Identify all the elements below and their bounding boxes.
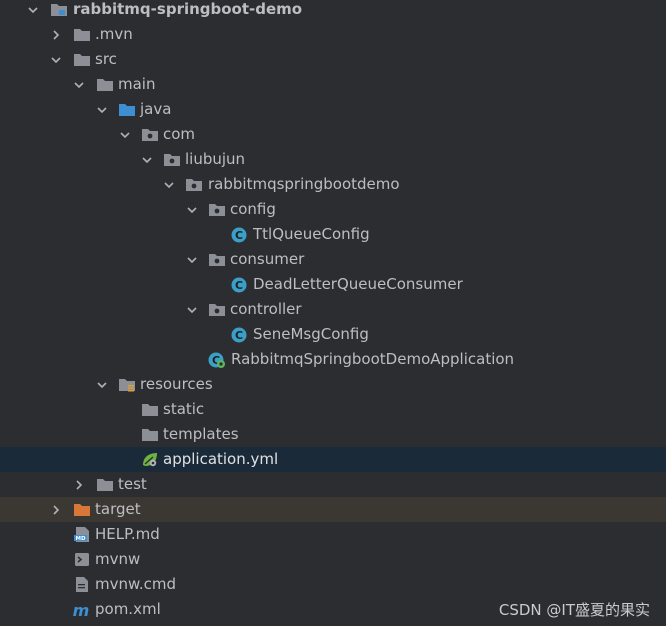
tree-label: liubujun — [185, 150, 246, 168]
tree-label: test — [118, 475, 147, 493]
package-icon — [208, 201, 226, 218]
tree-label: pom.xml — [95, 600, 161, 618]
tree-node-root[interactable]: rabbitmq-springboot-demo — [0, 0, 666, 22]
tree-node-test[interactable]: test — [0, 472, 666, 497]
chevron-down-icon[interactable] — [184, 297, 200, 322]
tree-node-application-class[interactable]: C RabbitmqSpringbootDemoApplication — [0, 347, 666, 372]
folder-icon — [73, 51, 91, 68]
package-icon — [185, 176, 203, 193]
spring-yaml-icon — [141, 451, 159, 468]
tree-label: resources — [140, 375, 213, 393]
module-folder-icon — [50, 1, 68, 18]
maven-icon: m — [71, 601, 90, 618]
tree-label: main — [118, 75, 156, 93]
chevron-down-icon[interactable] — [25, 0, 41, 22]
tree-label: src — [95, 50, 117, 68]
tree-label: config — [230, 200, 276, 218]
folder-icon — [96, 476, 114, 493]
tree-node-mvnw[interactable]: mvnw — [0, 547, 666, 572]
tree-node-help-md[interactable]: MD HELP.md — [0, 522, 666, 547]
chevron-down-icon[interactable] — [48, 47, 64, 72]
tree-label: templates — [163, 425, 239, 443]
chevron-down-icon[interactable] — [117, 122, 133, 147]
svg-text:C: C — [235, 329, 243, 342]
tree-label: HELP.md — [95, 525, 160, 543]
svg-text:m: m — [73, 601, 90, 618]
tree-label: rabbitmqspringbootdemo — [208, 175, 400, 193]
tree-node-sene-msg-config[interactable]: C SeneMsgConfig — [0, 322, 666, 347]
tree-node-mvnw-cmd[interactable]: mvnw.cmd — [0, 572, 666, 597]
source-folder-icon — [118, 101, 136, 118]
tree-label: mvnw.cmd — [95, 575, 177, 593]
class-icon: C — [230, 326, 248, 343]
package-icon — [208, 251, 226, 268]
tree-label: com — [163, 125, 196, 143]
project-tree: rabbitmq-springboot-demo .mvn src main j… — [0, 0, 666, 622]
tree-node-templates[interactable]: templates — [0, 422, 666, 447]
tree-node-src[interactable]: src — [0, 47, 666, 72]
class-icon: C — [230, 276, 248, 293]
tree-label: .mvn — [95, 25, 133, 43]
tree-label: static — [163, 400, 205, 418]
excluded-folder-icon — [73, 501, 91, 518]
resources-folder-icon — [118, 376, 136, 393]
class-icon: C — [230, 226, 248, 243]
tree-label: target — [95, 500, 141, 518]
folder-icon — [73, 26, 91, 43]
tree-label: DeadLetterQueueConsumer — [253, 275, 463, 293]
svg-text:MD: MD — [75, 536, 85, 542]
chevron-down-icon[interactable] — [184, 197, 200, 222]
svg-text:C: C — [235, 229, 243, 242]
markdown-file-icon: MD — [73, 526, 91, 543]
chevron-right-icon[interactable] — [71, 472, 87, 497]
folder-icon — [96, 76, 114, 93]
spring-boot-class-icon: C — [208, 351, 226, 368]
svg-text:C: C — [235, 279, 243, 292]
tree-label: mvnw — [95, 550, 141, 568]
tree-label: consumer — [230, 250, 305, 268]
tree-node-config[interactable]: config — [0, 197, 666, 222]
tree-node-mvn[interactable]: .mvn — [0, 22, 666, 47]
tree-label: TtlQueueConfig — [253, 225, 370, 243]
package-icon — [163, 151, 181, 168]
tree-node-main[interactable]: main — [0, 72, 666, 97]
shell-script-icon — [73, 551, 91, 568]
tree-label: rabbitmq-springboot-demo — [73, 0, 303, 18]
tree-node-application-yml[interactable]: application.yml — [0, 447, 666, 472]
tree-node-package[interactable]: rabbitmqspringbootdemo — [0, 172, 666, 197]
tree-node-resources[interactable]: resources — [0, 372, 666, 397]
tree-node-target[interactable]: target — [0, 497, 666, 522]
tree-label: RabbitmqSpringbootDemoApplication — [231, 350, 515, 368]
tree-label: controller — [230, 300, 302, 318]
tree-label: SeneMsgConfig — [253, 325, 369, 343]
chevron-down-icon[interactable] — [161, 172, 177, 197]
folder-icon — [141, 426, 159, 443]
tree-node-java[interactable]: java — [0, 97, 666, 122]
tree-label: java — [140, 100, 172, 118]
tree-node-ttl-queue-config[interactable]: C TtlQueueConfig — [0, 222, 666, 247]
watermark: CSDN @IT盛夏的果实 — [498, 601, 650, 619]
tree-node-com[interactable]: com — [0, 122, 666, 147]
tree-node-liubujun[interactable]: liubujun — [0, 147, 666, 172]
text-file-icon — [73, 576, 91, 593]
chevron-down-icon[interactable] — [184, 247, 200, 272]
folder-icon — [141, 401, 159, 418]
chevron-down-icon[interactable] — [94, 97, 110, 122]
tree-label: application.yml — [163, 450, 279, 468]
chevron-down-icon[interactable] — [139, 147, 155, 172]
tree-node-static[interactable]: static — [0, 397, 666, 422]
package-icon — [208, 301, 226, 318]
chevron-right-icon[interactable] — [48, 497, 64, 522]
tree-node-controller[interactable]: controller — [0, 297, 666, 322]
package-icon — [141, 126, 159, 143]
chevron-right-icon[interactable] — [48, 22, 64, 47]
chevron-down-icon[interactable] — [71, 72, 87, 97]
chevron-down-icon[interactable] — [94, 372, 110, 397]
tree-node-consumer[interactable]: consumer — [0, 247, 666, 272]
tree-node-dead-letter-consumer[interactable]: C DeadLetterQueueConsumer — [0, 272, 666, 297]
